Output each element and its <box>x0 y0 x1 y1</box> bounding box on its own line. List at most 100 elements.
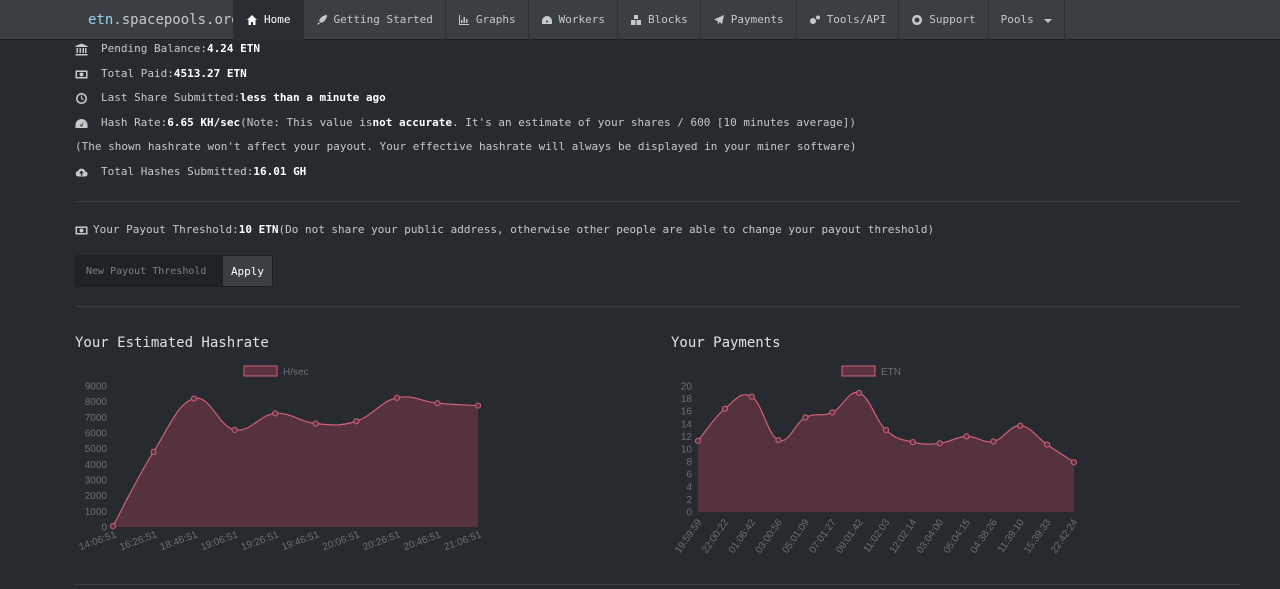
payout-threshold-form: Apply <box>75 255 273 287</box>
hash-rate-value: 6.65 KH/sec <box>167 116 241 129</box>
payments-chart: ETN0246810121416182019:59:5922:00:2201:0… <box>673 365 1081 556</box>
data-point <box>909 438 916 446</box>
y-tick-label: 10 <box>681 445 693 456</box>
nav-tools-api[interactable]: Tools/API <box>795 0 899 40</box>
nav-workers-label: Workers <box>558 13 605 26</box>
y-tick-label: 8000 <box>85 397 108 408</box>
last-share-label: Last Share Submitted: <box>101 91 241 104</box>
hashrate-chart: H/sec01000200030004000500060007000800090… <box>78 365 484 553</box>
data-point <box>882 427 890 434</box>
nav-tools-api-label: Tools/API <box>826 13 887 26</box>
payout-threshold-label: Your Payout Threshold: <box>93 223 239 236</box>
nav-payments[interactable]: Payments <box>699 0 796 40</box>
nav-support[interactable]: Support <box>898 0 987 40</box>
nav-getting-started[interactable]: Getting Started <box>302 0 445 40</box>
data-point <box>694 437 702 444</box>
pending-balance-stat: Pending Balance: 4.24 ETN <box>75 41 260 57</box>
data-point <box>829 409 836 416</box>
nav-support-label: Support <box>929 13 976 26</box>
y-tick-label: 0 <box>686 508 692 519</box>
dashboard-icon <box>541 16 552 24</box>
y-tick-label: 3000 <box>85 476 108 487</box>
data-point <box>109 523 117 530</box>
brand-text-domain: .spacepools.org <box>113 12 240 28</box>
nav-blocks[interactable]: Blocks <box>616 0 700 40</box>
cloud-upload-icon <box>75 168 88 177</box>
data-point <box>474 402 482 409</box>
nav-pools-dropdown[interactable]: Pools <box>987 0 1065 40</box>
data-point <box>721 405 728 412</box>
top-navbar: etn.spacepools.org Home Getting Started … <box>0 0 1280 40</box>
y-tick-label: 5000 <box>85 444 108 455</box>
divider <box>75 306 1240 307</box>
nav-graphs[interactable]: Graphs <box>444 0 528 40</box>
data-point <box>990 438 997 445</box>
nav-blocks-label: Blocks <box>647 13 688 26</box>
data-point <box>1044 441 1051 448</box>
hashrate-chart-title: Your Estimated Hashrate <box>75 335 269 351</box>
nav-workers[interactable]: Workers <box>527 0 617 40</box>
brand-logo[interactable]: etn.spacepools.org <box>88 0 240 40</box>
y-tick-label: 14 <box>681 419 693 430</box>
x-tick-label: 18:46:51 <box>159 529 200 553</box>
series-area <box>698 392 1074 512</box>
x-tick-label: 16:26:51 <box>118 529 159 553</box>
payout-threshold-note: (Do not share your public address, other… <box>278 223 935 236</box>
data-point <box>191 395 198 402</box>
divider <box>75 201 1240 202</box>
brand-text-ticker: etn <box>88 12 114 28</box>
main-nav: Home Getting Started Graphs Workers Bloc… <box>233 0 1065 40</box>
payout-threshold-value: 10 ETN <box>238 223 279 236</box>
x-tick-label: 20:26:51 <box>362 529 403 553</box>
nav-home-label: Home <box>264 13 291 26</box>
x-tick-label: 19:26:51 <box>240 529 281 553</box>
y-tick-label: 6 <box>686 470 692 481</box>
data-point <box>1017 422 1024 429</box>
apply-button[interactable]: Apply <box>222 256 272 286</box>
data-point <box>963 433 970 440</box>
pending-balance-value: 4.24 ETN <box>206 42 260 55</box>
y-tick-label: 8 <box>686 457 692 468</box>
rocket-icon <box>316 15 327 25</box>
data-point <box>393 394 400 401</box>
x-tick-label: 14:06:51 <box>78 529 119 553</box>
life-ring-icon <box>912 15 923 25</box>
y-tick-label: 16 <box>681 407 693 418</box>
data-point <box>353 418 360 425</box>
y-tick-label: 2 <box>686 495 692 506</box>
y-tick-label: 20 <box>681 382 693 393</box>
new-payout-threshold-input[interactable] <box>76 256 222 286</box>
nav-home[interactable]: Home <box>233 0 303 40</box>
legend-swatch <box>243 365 278 377</box>
x-tick-label: 21:06:51 <box>443 529 484 553</box>
x-tick-label: 19:46:51 <box>280 529 321 553</box>
total-hashes-stat: Total Hashes Submitted: 16.01 GH <box>75 164 306 180</box>
data-point <box>434 400 441 407</box>
data-point <box>312 420 319 427</box>
data-point <box>1070 459 1078 466</box>
payout-threshold-stat: Your Payout Threshold: 10 ETN (Do not sh… <box>75 222 934 238</box>
y-tick-label: 12 <box>681 432 693 443</box>
data-point <box>856 389 863 397</box>
hash-rate-note-a: (Note: This value is <box>240 116 373 129</box>
nav-getting-started-label: Getting Started <box>333 13 433 26</box>
hash-rate-disclaimer: (The shown hashrate won't affect your pa… <box>75 139 856 155</box>
nav-payments-label: Payments <box>730 13 784 26</box>
y-tick-label: 6000 <box>85 429 108 440</box>
hash-rate-label: Hash Rate: <box>101 116 168 129</box>
total-paid-stat: Total Paid: 4513.27 ETN <box>75 66 247 82</box>
last-share-stat: Last Share Submitted: less than a minute… <box>75 90 386 106</box>
total-hashes-label: Total Hashes Submitted: <box>101 165 254 178</box>
x-tick-label: 20:06:51 <box>321 529 362 553</box>
nav-graphs-label: Graphs <box>475 13 516 26</box>
pending-balance-label: Pending Balance: <box>101 42 207 55</box>
y-tick-label: 9000 <box>85 382 108 393</box>
last-share-value: less than a minute ago <box>240 91 386 104</box>
x-tick-label: 09:01:42 <box>834 517 866 556</box>
y-tick-label: 1000 <box>85 507 108 518</box>
paper-plane-icon <box>713 15 724 25</box>
clock-icon <box>76 92 88 104</box>
y-tick-label: 18 <box>681 394 693 405</box>
cogs-icon <box>809 15 820 24</box>
y-tick-label: 4 <box>686 482 692 493</box>
